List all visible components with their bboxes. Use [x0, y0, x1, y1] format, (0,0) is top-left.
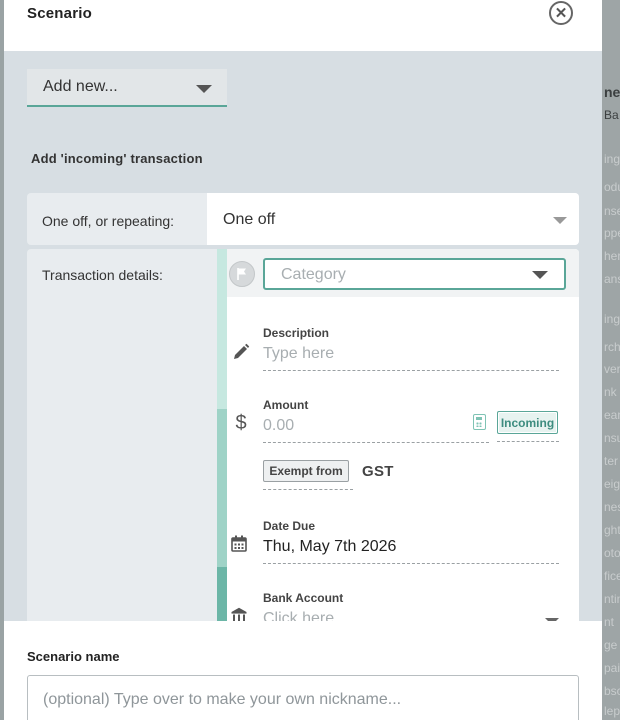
background-text: pai [604, 661, 620, 675]
amount-input[interactable]: 0.00 [263, 417, 489, 443]
flag-icon [229, 261, 255, 287]
background-text: ppe [604, 226, 620, 240]
background-text: fice [604, 569, 620, 583]
background-text: ans [604, 272, 620, 286]
section-title: Add 'incoming' transaction [31, 151, 203, 166]
date-due-label: Date Due [263, 519, 316, 533]
modal-title: Scenario [27, 5, 92, 22]
background-text: nt [604, 615, 615, 629]
date-due-value: Thu, May 7th 2026 [263, 538, 397, 555]
amount-label: Amount [263, 398, 309, 412]
bank-icon-svg [231, 607, 247, 621]
repeat-label: One off, or repeating: [42, 213, 175, 229]
exempt-from-button[interactable]: Exempt from [263, 460, 349, 482]
modal-body[interactable]: Add new... Add 'incoming' transaction On… [4, 51, 602, 621]
incoming-toggle-button[interactable]: Incoming [497, 411, 558, 434]
progress-accent-bar [217, 249, 227, 621]
category-row: Category [227, 249, 579, 297]
caret-down-icon [553, 217, 567, 224]
description-placeholder: Type here [263, 345, 335, 362]
gst-label: GST [362, 463, 394, 480]
background-text: ing [604, 152, 620, 166]
scenario-name-input[interactable] [27, 675, 579, 720]
background-text: rch [604, 340, 620, 354]
transaction-details-label: Transaction details: [42, 267, 163, 283]
background-text: ne [604, 84, 620, 100]
background-text: ntin [604, 592, 620, 606]
transaction-details-row: Transaction details: Category Descriptio… [27, 249, 579, 621]
background-text: ge [604, 638, 618, 652]
pencil-icon [231, 343, 251, 366]
background-text: ean [604, 408, 620, 422]
add-new-dropdown[interactable]: Add new... [27, 69, 227, 107]
background-text: nes [604, 500, 620, 514]
close-icon: ✕ [554, 4, 568, 22]
accent-segment [217, 567, 227, 621]
calendar-icon [229, 535, 249, 557]
calculator-icon[interactable] [473, 414, 486, 430]
caret-down-icon [532, 271, 548, 279]
repeat-value: One off [223, 211, 276, 228]
scenario-name-section: Scenario name [4, 621, 602, 720]
description-input[interactable]: Type here [263, 345, 559, 371]
add-new-label: Add new... [43, 78, 118, 95]
background-text: bsc [604, 684, 620, 698]
background-text: ght, [604, 523, 620, 537]
pencil-icon-svg [234, 343, 250, 359]
background-text: ter [604, 454, 619, 468]
background-text: Ba [604, 108, 619, 122]
scenario-modal: Scenario ✕ Add new... Add 'incoming' tra… [4, 0, 602, 720]
scenario-name-label: Scenario name [27, 649, 120, 664]
background-text: nk [604, 385, 617, 399]
repeat-row: One off, or repeating: One off [27, 193, 579, 245]
accent-segment [217, 409, 227, 567]
background-text: lep [604, 704, 620, 718]
dollar-icon: $ [235, 412, 247, 434]
background-text: eigh [604, 477, 620, 491]
background-text: oto [604, 546, 620, 560]
accent-segment [217, 249, 227, 409]
incoming-underline [497, 441, 559, 442]
category-placeholder: Category [281, 266, 346, 283]
bank-icon [229, 607, 249, 621]
background-text: nsu [604, 431, 620, 445]
repeat-select[interactable]: One off [207, 193, 579, 245]
background-text: her [604, 249, 620, 263]
close-button[interactable]: ✕ [549, 1, 573, 25]
transaction-details-panel: Category Description Type here $ Amount … [217, 249, 579, 621]
modal-header: Scenario ✕ [4, 0, 602, 51]
bank-account-select[interactable]: Click here [263, 610, 559, 621]
background-text: ing [604, 312, 620, 326]
description-label: Description [263, 326, 330, 340]
exempt-underline [263, 489, 353, 490]
caret-down-icon [196, 85, 212, 93]
date-due-input[interactable]: Thu, May 7th 2026 [263, 538, 559, 564]
amount-placeholder: 0.00 [263, 417, 295, 434]
background-text: ver [604, 362, 620, 376]
bank-account-placeholder: Click here [263, 610, 335, 621]
background-text: odu [604, 180, 620, 194]
bank-account-label: Bank Account [263, 591, 344, 605]
background-text: nse [604, 204, 620, 218]
category-select[interactable]: Category [263, 258, 566, 290]
flag-icon-svg [237, 268, 246, 280]
calendar-icon-svg [231, 535, 247, 552]
